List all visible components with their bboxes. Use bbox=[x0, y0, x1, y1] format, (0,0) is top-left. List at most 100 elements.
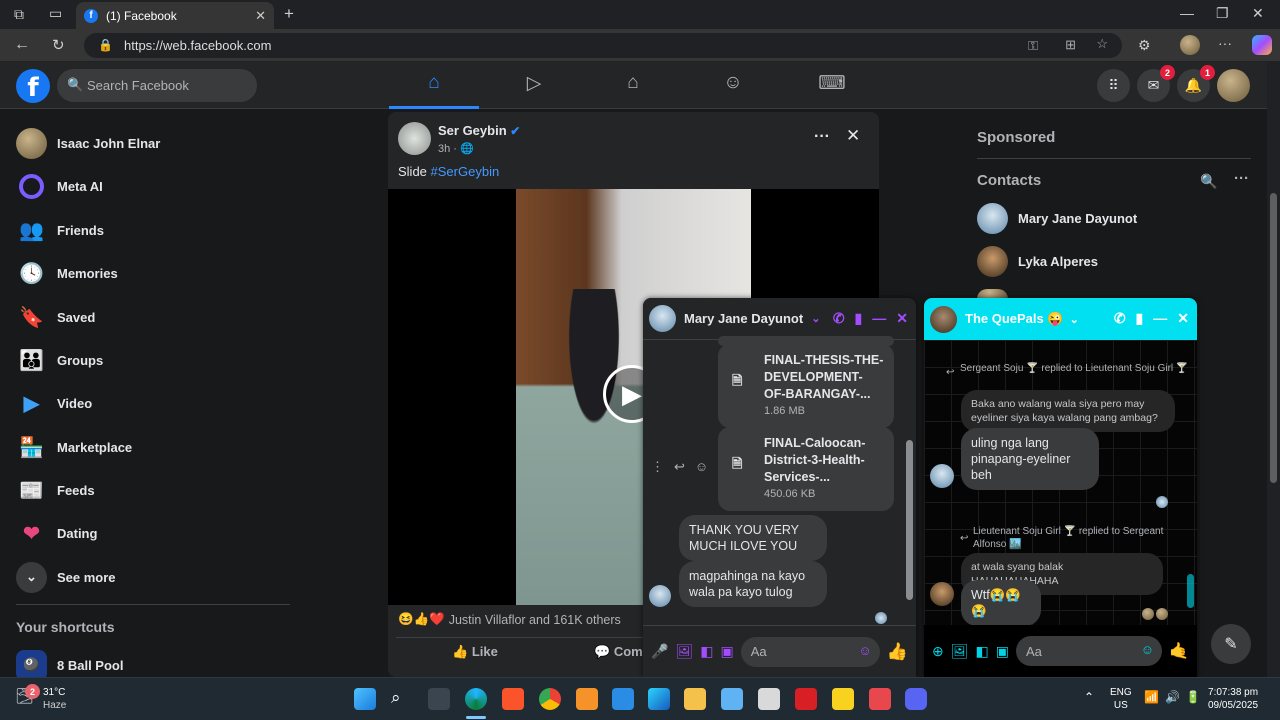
sidebar-item-profile[interactable]: Isaac John Elnar bbox=[16, 125, 160, 161]
chat-title[interactable]: The QuePals 😜 bbox=[965, 311, 1064, 327]
nav-gaming-icon[interactable]: ⌨ bbox=[787, 72, 877, 99]
nav-marketplace-icon[interactable]: ⌂ bbox=[588, 72, 678, 99]
message-input[interactable]: Aa ☺ bbox=[1015, 636, 1163, 666]
sidebar-item-saved[interactable]: 🔖 Saved bbox=[16, 299, 95, 335]
notifications-button[interactable]: 🔔 1 bbox=[1177, 65, 1215, 102]
gif-icon[interactable]: ▣ bbox=[996, 643, 1009, 660]
react-emoji-icon[interactable]: ☺ bbox=[695, 459, 708, 475]
close-tab-icon[interactable]: ✕ bbox=[255, 8, 266, 24]
close-window-icon[interactable]: ✕ bbox=[1252, 5, 1264, 22]
language-indicator[interactable]: ENG US bbox=[1110, 686, 1132, 712]
menu-grid-icon[interactable]: ⠿ bbox=[1097, 69, 1130, 102]
comment-button[interactable]: 💬 Com bbox=[594, 644, 643, 660]
photo-icon[interactable]: 🖼 bbox=[951, 643, 969, 660]
tray-chevron-icon[interactable]: ⌃ bbox=[1084, 690, 1094, 704]
maximize-window-icon[interactable]: ❐ bbox=[1216, 5, 1229, 22]
file-attachment[interactable]: 🗎 FINAL-Caloocan-District-3-Health-Servi… bbox=[718, 427, 894, 511]
edge-icon[interactable] bbox=[465, 688, 487, 710]
sidebar-item-marketplace[interactable]: 🏪 Marketplace bbox=[16, 429, 132, 465]
sticker-icon[interactable]: ◧ bbox=[976, 643, 989, 660]
emoji-icon[interactable]: ☺ bbox=[859, 643, 872, 658]
message-bubble[interactable]: Wtf😭😭😭 bbox=[961, 580, 1041, 626]
photo-icon[interactable]: 🖼 bbox=[675, 643, 693, 660]
file-attachment[interactable]: 🗎 FINAL-THESIS-THE-DEVELOPMENT-OF-BARANG… bbox=[718, 344, 894, 428]
nav-video-icon[interactable]: ▷ bbox=[489, 72, 579, 99]
app-icon[interactable] bbox=[648, 688, 670, 710]
minimize-chat-icon[interactable]: — bbox=[872, 310, 886, 327]
weather-widget[interactable]: 🌫 2 bbox=[15, 684, 40, 709]
wps-icon[interactable] bbox=[869, 688, 891, 710]
chevron-down-icon[interactable]: ⌄ bbox=[1070, 313, 1079, 326]
close-chat-icon[interactable]: ✕ bbox=[896, 310, 908, 327]
contacts-search-icon[interactable]: 🔍 bbox=[1200, 173, 1217, 190]
chevron-down-icon[interactable]: ⌄ bbox=[811, 312, 820, 325]
minimize-window-icon[interactable]: — bbox=[1180, 5, 1194, 21]
message-bubble[interactable]: THANK YOU VERY MUCH ILOVE YOU bbox=[679, 515, 827, 561]
minimize-chat-icon[interactable]: — bbox=[1153, 310, 1167, 327]
sidebar-item-dating[interactable]: ❤ Dating bbox=[16, 515, 97, 551]
thumbs-up-send-icon[interactable]: 👍 bbox=[887, 642, 908, 662]
discord-icon[interactable] bbox=[905, 688, 927, 710]
post-time[interactable]: 3h · bbox=[438, 143, 457, 155]
start-icon[interactable] bbox=[354, 688, 376, 710]
weather-text[interactable]: 31°C Haze bbox=[43, 686, 66, 712]
favorite-star-icon[interactable]: ☆ bbox=[1096, 36, 1108, 52]
page-scrollbar[interactable] bbox=[1267, 62, 1280, 677]
voice-clip-icon[interactable]: 🎤 bbox=[651, 643, 668, 660]
video-call-icon[interactable]: ▮ bbox=[1136, 310, 1144, 327]
add-icon[interactable]: ⊕ bbox=[932, 643, 944, 660]
chrome-icon[interactable] bbox=[539, 688, 561, 710]
netflix-icon[interactable] bbox=[795, 688, 817, 710]
messenger-button[interactable]: ✉ 2 bbox=[1137, 65, 1175, 102]
post-reactions[interactable]: 😆👍❤️ Justin Villaflor and 161K others bbox=[398, 612, 621, 627]
post-more-icon[interactable]: ··· bbox=[814, 128, 830, 146]
facebook-logo-icon[interactable]: f bbox=[16, 69, 50, 103]
chat-header[interactable]: The QuePals 😜 ⌄ ✆ ▮ — ✕ bbox=[924, 298, 1197, 340]
sidebar-item-video[interactable]: ▶ Video bbox=[16, 385, 92, 421]
lock-icon[interactable]: 🔒 bbox=[98, 38, 113, 52]
reply-icon[interactable]: ↩ bbox=[674, 459, 685, 475]
sidebar-item-see-more[interactable]: ⌄ See more bbox=[16, 559, 116, 595]
scroll-thumb[interactable] bbox=[906, 440, 913, 600]
refresh-icon[interactable]: ↻ bbox=[52, 36, 65, 54]
search-input[interactable]: 🔍 Search Facebook bbox=[57, 69, 257, 102]
contact-item[interactable]: Mary Jane Dayunot bbox=[977, 200, 1137, 236]
emoji-icon[interactable]: ☺ bbox=[1141, 642, 1154, 657]
sidebar-item-meta-ai[interactable]: Meta AI bbox=[16, 168, 103, 204]
sticker-icon[interactable]: ◧ bbox=[700, 643, 713, 660]
quick-reaction-icon[interactable]: 🤙 bbox=[1169, 641, 1189, 661]
call-icon[interactable]: ✆ bbox=[1114, 310, 1126, 327]
tab-actions-icon[interactable]: ▭ bbox=[49, 5, 62, 22]
message-bubble[interactable]: uling nga lang pinapang-eyeliner beh bbox=[961, 428, 1099, 490]
call-icon[interactable]: ✆ bbox=[833, 310, 845, 327]
sidebar-item-friends[interactable]: 👥 Friends bbox=[16, 212, 104, 248]
vscode-icon[interactable] bbox=[612, 688, 634, 710]
scroll-thumb[interactable] bbox=[1187, 574, 1194, 608]
chat-scrollbar[interactable] bbox=[1187, 346, 1194, 618]
more-vertical-icon[interactable]: ⋮ bbox=[651, 459, 664, 475]
copilot-icon[interactable] bbox=[1252, 35, 1272, 55]
page-scroll-thumb[interactable] bbox=[1270, 193, 1277, 483]
post-author[interactable]: Ser Geybin ✔ bbox=[438, 123, 520, 138]
profile-avatar[interactable] bbox=[1217, 69, 1250, 102]
nav-home-icon[interactable]: ⌂ bbox=[389, 72, 479, 99]
contact-item[interactable]: Lyka Alperes bbox=[977, 243, 1098, 279]
quoted-message[interactable]: Baka ano walang wala siya pero may eyeli… bbox=[961, 390, 1175, 432]
post-author-avatar[interactable] bbox=[398, 122, 431, 155]
browser-tab[interactable]: f (1) Facebook ✕ bbox=[76, 2, 274, 29]
apps-icon[interactable]: ⊞ bbox=[1065, 37, 1076, 53]
key-icon[interactable]: ⚿ bbox=[1028, 38, 1038, 54]
like-button[interactable]: 👍 Like bbox=[452, 644, 498, 660]
more-options-icon[interactable]: ··· bbox=[1218, 35, 1232, 51]
file-explorer-icon[interactable] bbox=[684, 688, 706, 710]
xampp-icon[interactable] bbox=[576, 688, 598, 710]
message-input[interactable]: Aa ☺ bbox=[740, 636, 880, 667]
chat-title[interactable]: Mary Jane Dayunot bbox=[684, 311, 803, 326]
notepad-icon[interactable] bbox=[721, 688, 743, 710]
browser-profile-avatar[interactable] bbox=[1180, 35, 1200, 55]
video-call-icon[interactable]: ▮ bbox=[855, 310, 863, 327]
post-timestamp[interactable]: 3h · 🌐 bbox=[438, 142, 474, 155]
chat-scrollbar[interactable] bbox=[906, 344, 913, 609]
search-icon[interactable]: ⌕ bbox=[391, 688, 413, 710]
sticky-notes-icon[interactable] bbox=[832, 688, 854, 710]
